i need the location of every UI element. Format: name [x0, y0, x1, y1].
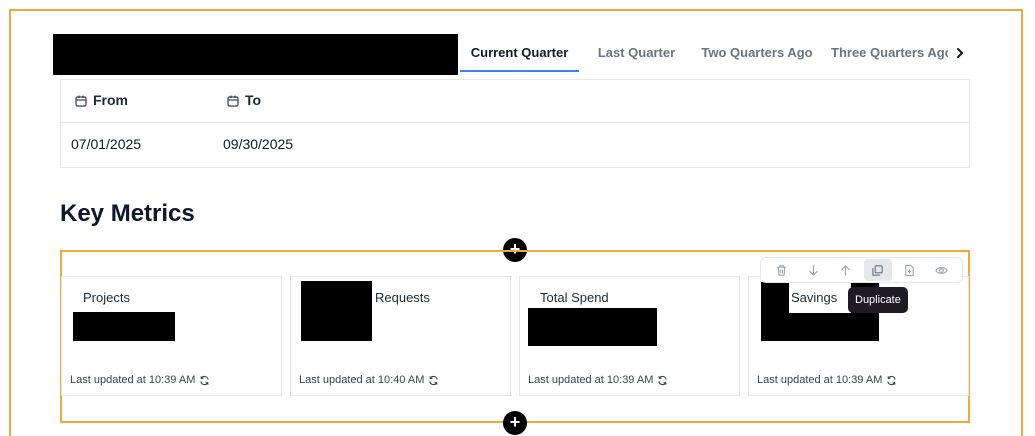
last-updated-text: Last updated at 10:39 AM [528, 374, 654, 386]
from-label: From [93, 92, 128, 108]
calendar-icon [75, 94, 87, 107]
metric-label: Projects [83, 290, 130, 305]
metric-card-projects[interactable]: Projects Last updated at 10:39 AM [61, 276, 282, 396]
last-updated: Last updated at 10:39 AM [528, 374, 668, 386]
last-updated-text: Last updated at 10:39 AM [757, 374, 883, 386]
redacted-metric-value [73, 312, 175, 341]
duplicate-tooltip: Duplicate [848, 287, 908, 313]
date-panel-divider [61, 122, 969, 123]
metric-label: Savings [791, 290, 838, 305]
move-down-icon[interactable] [799, 259, 827, 281]
redacted-metric-icon [301, 281, 372, 341]
refresh-icon[interactable] [199, 375, 210, 386]
metric-card-total-spend[interactable]: Total Spend Last updated at 10:39 AM [519, 276, 740, 396]
tab-current-quarter[interactable]: Current Quarter [460, 36, 579, 72]
from-header: From [75, 92, 128, 108]
last-updated: Last updated at 10:39 AM [757, 374, 897, 386]
last-updated: Last updated at 10:40 AM [299, 374, 439, 386]
metric-card-requests[interactable]: Requests Last updated at 10:40 AM [290, 276, 511, 396]
date-range-panel: From To 07/01/2025 09/30/2025 [60, 79, 970, 168]
refresh-icon[interactable] [886, 375, 897, 386]
redacted-metric-value [528, 308, 657, 346]
duplicate-icon[interactable] [863, 259, 892, 281]
tab-two-quarters-ago[interactable]: Two Quarters Ago [694, 36, 820, 72]
section-title: Key Metrics [60, 200, 195, 227]
last-updated: Last updated at 10:39 AM [70, 374, 210, 386]
last-updated-text: Last updated at 10:40 AM [299, 374, 425, 386]
refresh-icon[interactable] [657, 375, 668, 386]
delete-icon[interactable] [767, 259, 795, 281]
to-header: To [227, 92, 261, 108]
preview-icon[interactable] [928, 259, 956, 281]
from-date-value: 07/01/2025 [71, 136, 142, 152]
refresh-icon[interactable] [428, 375, 439, 386]
export-icon[interactable] [896, 259, 924, 281]
move-up-icon[interactable] [831, 259, 859, 281]
metric-label: Requests [375, 290, 430, 305]
calendar-icon [227, 94, 239, 107]
to-label: To [245, 92, 262, 108]
metric-label: Total Spend [540, 290, 609, 305]
chevron-right-icon[interactable] [948, 40, 972, 66]
last-updated-text: Last updated at 10:39 AM [70, 374, 196, 386]
add-block-below-button[interactable]: + [503, 411, 527, 435]
tab-last-quarter[interactable]: Last Quarter [586, 36, 687, 72]
block-toolbar [760, 257, 963, 283]
to-date-value: 09/30/2025 [223, 136, 294, 152]
quarter-tabs: Current Quarter Last Quarter Two Quarter… [460, 36, 970, 72]
redacted-header-title [53, 34, 458, 75]
